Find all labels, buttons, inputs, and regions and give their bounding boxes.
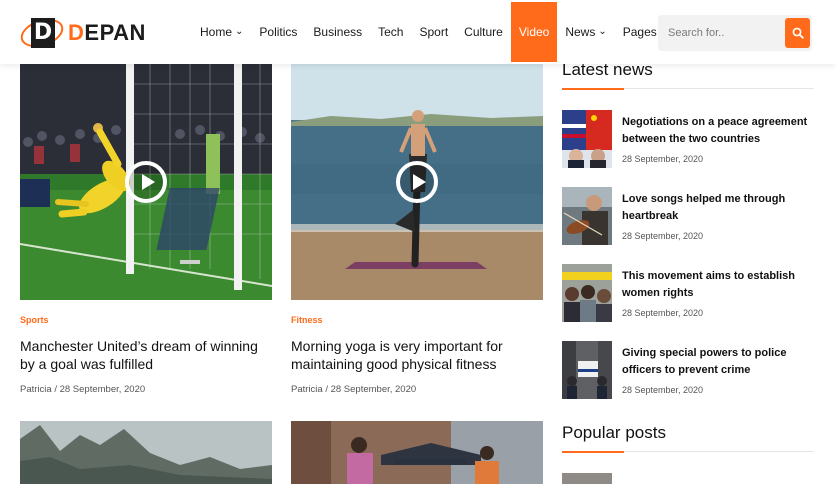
news-thumbnail[interactable] <box>562 341 612 399</box>
nav-label: News <box>565 25 596 39</box>
news-thumbnail[interactable] <box>562 110 612 168</box>
post-title[interactable]: Manchester United’s dream of winning by … <box>20 337 272 373</box>
nav-item-video[interactable]: Video <box>510 2 558 62</box>
news-thumbnail[interactable] <box>562 187 612 245</box>
nav-item-culture[interactable]: Culture <box>456 2 511 62</box>
nav-item-news[interactable]: News ⌄ <box>557 2 614 62</box>
post-thumbnail[interactable] <box>20 421 272 484</box>
post-meta: Patricia / 28 September, 2020 <box>20 384 146 395</box>
logo-wordmark: DEPAN <box>68 20 146 46</box>
main-nav: Home ⌄ Politics Business Tech Sport Culture Vid… <box>192 2 676 62</box>
news-item[interactable]: Love songs helped me through heartbreak … <box>562 187 814 247</box>
search-input[interactable] <box>658 15 784 51</box>
nav-item-home[interactable]: Home ⌄ <box>192 2 251 62</box>
nav-label: Pages <box>622 25 657 39</box>
nav-item-business[interactable]: Business <box>305 2 370 62</box>
news-title[interactable]: Negotiations on a peace agreement betwee… <box>622 114 817 148</box>
news-thumbnail[interactable] <box>562 473 612 484</box>
nav-label: Tech <box>378 25 404 39</box>
mountain-image <box>20 421 272 484</box>
popular-posts-heading: Popular posts <box>562 423 666 442</box>
news-item[interactable]: Giving special powers to police officers… <box>562 341 814 401</box>
heading-divider <box>562 451 814 453</box>
chevron-down-icon: ⌄ <box>598 26 607 37</box>
news-item[interactable]: This movement aims to establish women ri… <box>562 264 814 324</box>
post-category[interactable]: Sports <box>20 315 49 325</box>
divider-accent <box>562 88 624 90</box>
news-date: 28 September, 2020 <box>622 385 704 395</box>
search-icon <box>792 27 804 39</box>
street-parade-image <box>291 421 543 484</box>
divider-accent <box>562 451 624 453</box>
post-meta: Patricia / 28 September, 2020 <box>291 384 417 395</box>
nav-label: Politics <box>259 25 298 39</box>
post-card[interactable]: Fitness Morning yoga is very important f… <box>291 64 543 395</box>
nav-label: Business <box>313 25 363 39</box>
logo-mark: D <box>17 13 67 53</box>
nav-item-sport[interactable]: Sport <box>411 2 456 62</box>
post-thumbnail[interactable] <box>20 64 272 300</box>
chevron-down-icon: ⌄ <box>235 26 244 37</box>
nav-item-tech[interactable]: Tech <box>370 2 411 62</box>
site-logo[interactable]: D DEPAN <box>17 13 146 53</box>
logo-letter: D <box>31 18 55 48</box>
nav-label: Culture <box>464 25 503 39</box>
heading-divider <box>562 88 814 90</box>
site-header: D DEPAN Home ⌄ Politics Business Tech Sport Cu… <box>0 0 836 64</box>
protest-image <box>562 264 612 322</box>
news-title[interactable]: Giving special powers to police officers… <box>622 345 817 379</box>
nav-label: Home <box>200 25 233 39</box>
nav-label: Sport <box>419 25 449 39</box>
news-date: 28 September, 2020 <box>622 154 704 164</box>
logo-first-letter: D <box>68 20 85 45</box>
post-category[interactable]: Fitness <box>291 315 323 325</box>
post-card[interactable]: Sports Manchester United’s dream of winn… <box>20 64 272 395</box>
news-date: 28 September, 2020 <box>622 308 704 318</box>
news-title[interactable]: This movement aims to establish women ri… <box>622 268 817 302</box>
nav-label: Video <box>518 25 550 39</box>
logo-rest: EPAN <box>84 20 146 45</box>
police-image <box>562 341 612 399</box>
search-box <box>658 15 812 51</box>
play-icon[interactable] <box>396 161 438 203</box>
post-thumbnail[interactable] <box>291 421 543 484</box>
violinist-image <box>562 187 612 245</box>
news-thumbnail[interactable] <box>562 264 612 322</box>
news-title[interactable]: Love songs helped me through heartbreak <box>622 191 817 225</box>
nav-item-politics[interactable]: Politics <box>251 2 305 62</box>
post-thumbnail[interactable] <box>291 64 543 300</box>
play-icon[interactable] <box>125 161 167 203</box>
flags-image <box>562 110 612 168</box>
news-item[interactable]: Negotiations on a peace agreement betwee… <box>562 110 814 170</box>
post-title[interactable]: Morning yoga is very important for maint… <box>291 337 543 373</box>
search-button[interactable] <box>785 18 810 48</box>
news-date: 28 September, 2020 <box>622 231 704 241</box>
